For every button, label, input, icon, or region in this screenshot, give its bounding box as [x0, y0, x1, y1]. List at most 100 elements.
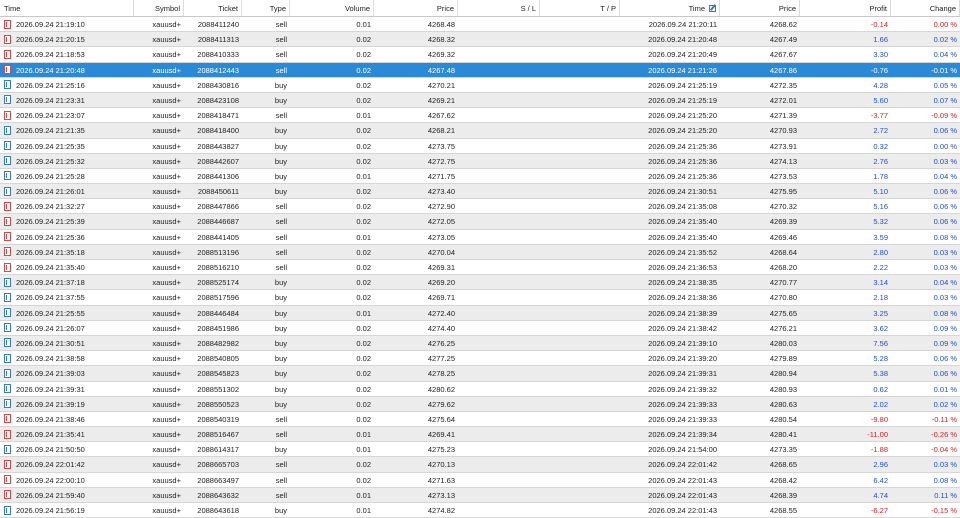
cell-volume: 0.02	[356, 414, 371, 424]
table-row[interactable]: 2026.09.24 21:23:07 xauusd+ 2088418471 sell…	[0, 108, 960, 124]
column-header-change[interactable]: Change	[891, 0, 960, 16]
column-header-time[interactable]: Time	[0, 0, 134, 16]
cell-price: 4272.75	[427, 156, 455, 166]
table-row[interactable]: 2026.09.24 21:20:15 xauusd+ 2088411313 sell…	[0, 32, 960, 48]
cell-time: 2026.09.24 21:21:35	[16, 126, 85, 136]
cell-price: 4268.21	[427, 126, 455, 136]
cell-close-price: 4268.20	[769, 263, 797, 272]
table-row[interactable]: 2026.09.24 21:39:19 xauusd+ 2088550523 buy 0…	[0, 396, 960, 412]
cell-change: 0.03 %	[933, 156, 957, 166]
cell-change: 0.09 %	[933, 323, 957, 333]
table-row[interactable]: 2026.09.24 22:01:42 xauusd+ 2088665703 sell…	[0, 457, 960, 473]
cell-symbol: xauusd+	[152, 171, 181, 181]
cell-price: 4267.48	[427, 65, 455, 75]
cell-price: 4269.31	[427, 263, 455, 272]
cell-profit: -1.88	[870, 445, 888, 455]
cell-sl	[458, 382, 540, 396]
cell-change: 0.06 %	[933, 126, 957, 136]
column-header-close-price[interactable]: Price	[720, 0, 800, 16]
column-header-tp[interactable]: T / P	[540, 0, 620, 16]
table-row[interactable]: 2026.09.24 21:37:18 xauusd+ 2088525174 buy 0…	[0, 275, 960, 291]
table-row[interactable]: 2026.09.24 21:39:03 xauusd+ 2088545823 buy 0…	[0, 366, 960, 382]
cell-time: 2026.09.24 21:35:18	[16, 247, 85, 257]
table-row[interactable]: 2026.09.24 21:35:41 xauusd+ 2088516467 sell…	[0, 427, 960, 443]
table-row[interactable]: 2026.09.24 21:38:58 xauusd+ 2088540805 buy 0…	[0, 351, 960, 367]
edit-icon[interactable]	[709, 5, 716, 12]
cell-change: 0.03 %	[933, 293, 957, 303]
column-header-volume[interactable]: Volume	[290, 0, 374, 16]
cell-volume: 0.02	[356, 202, 371, 212]
table-row[interactable]: 2026.09.24 21:35:40 xauusd+ 2088516210 sell…	[0, 260, 960, 276]
cell-close-price: 4273.91	[769, 141, 797, 151]
cell-close-price: 4280.94	[769, 369, 797, 379]
cell-close-time: 2026.09.24 21:20:49	[648, 50, 717, 60]
table-row[interactable]: 2026.09.24 21:25:55 xauusd+ 2088446484 buy 0…	[0, 305, 960, 321]
cell-profit: 3.25	[873, 308, 888, 318]
cell-sl	[458, 457, 540, 471]
cell-ticket: 2088411313	[197, 35, 239, 45]
table-row[interactable]: 2026.09.24 21:25:32 xauusd+ 2088442607 buy 0…	[0, 153, 960, 169]
cell-type: buy	[274, 354, 287, 364]
column-header-price[interactable]: Price	[374, 0, 458, 16]
cell-time: 2026.09.24 21:56:19	[16, 506, 85, 515]
table-row[interactable]: 2026.09.24 21:25:39 xauusd+ 2088446687 sell…	[0, 214, 960, 230]
table-row[interactable]: 2026.09.24 21:30:51 xauusd+ 2088482982 buy 0…	[0, 335, 960, 352]
table-row[interactable]: 2026.09.24 21:25:28 xauusd+ 2088441306 buy 0…	[0, 169, 960, 185]
cell-time: 2026.09.24 21:25:16	[16, 80, 85, 90]
table-row[interactable]: 2026.09.24 21:21:35 xauusd+ 2088418400 buy 0…	[0, 123, 960, 139]
table-row[interactable]: 2026.09.24 21:50:50 xauusd+ 2088614317 buy 0…	[0, 442, 960, 458]
cell-type: buy	[274, 445, 287, 455]
cell-close-price: 4273.35	[769, 445, 797, 455]
table-row[interactable]: 2026.09.24 22:00:10 xauusd+ 2088663497 sell…	[0, 473, 960, 488]
cell-symbol: xauusd+	[152, 338, 181, 348]
table-row[interactable]: 2026.09.24 21:20:48 xauusd+ 2088412443 sell…	[0, 62, 960, 78]
table-row[interactable]: 2026.09.24 21:25:35 xauusd+ 2088443827 buy 0…	[0, 139, 960, 154]
cell-ticket: 2088540805	[197, 354, 239, 364]
column-header-type[interactable]: Type	[242, 0, 290, 16]
cell-change: 0.08 %	[933, 308, 957, 318]
cell-price: 4267.62	[427, 111, 455, 121]
table-row[interactable]: 2026.09.24 21:18:53 xauusd+ 2088410333 sell…	[0, 47, 960, 63]
cell-sl	[458, 260, 540, 274]
cell-close-time: 2026.09.24 21:30:51	[648, 187, 717, 197]
table-row[interactable]: 2026.09.24 21:32:27 xauusd+ 2088447866 sell…	[0, 199, 960, 215]
column-header-sl[interactable]: S / L	[458, 0, 540, 16]
column-header-profit[interactable]: Profit	[800, 0, 891, 16]
cell-tp	[540, 93, 620, 107]
cell-type: sell	[275, 232, 287, 242]
cell-ticket: 2088643632	[197, 490, 239, 500]
cell-price: 4269.21	[427, 95, 455, 105]
table-row[interactable]: 2026.09.24 21:37:55 xauusd+ 2088517596 buy 0…	[0, 290, 960, 306]
cell-close-price: 4270.32	[769, 202, 797, 212]
column-header-close-time[interactable]: Time	[620, 0, 720, 16]
table-row[interactable]: 2026.09.24 21:26:07 xauusd+ 2088451986 buy 0…	[0, 321, 960, 336]
cell-sl	[458, 306, 540, 320]
table-row[interactable]: 2026.09.24 21:56:19 xauusd+ 2088643618 buy 0…	[0, 503, 960, 518]
cell-price: 4270.21	[427, 80, 455, 90]
cell-change: 0.02 %	[933, 35, 957, 45]
cell-ticket: 2088418400	[197, 126, 239, 136]
cell-ticket: 2088423108	[197, 95, 239, 105]
table-row[interactable]: 2026.09.24 21:19:10 xauusd+ 2088411240 sell…	[0, 17, 960, 33]
table-row[interactable]: 2026.09.24 21:38:46 xauusd+ 2088540319 sell…	[0, 412, 960, 428]
column-header-ticket[interactable]: Ticket	[184, 0, 242, 16]
cell-sl	[458, 503, 540, 517]
table-row[interactable]: 2026.09.24 21:26:01 xauusd+ 2088450611 buy 0…	[0, 184, 960, 200]
table-row[interactable]: 2026.09.24 21:25:16 xauusd+ 2088430816 buy 0…	[0, 78, 960, 93]
cell-profit: -11.00	[867, 430, 888, 440]
cell-profit: 5.32	[873, 217, 888, 227]
cell-symbol: xauusd+	[152, 490, 181, 500]
cell-sl	[458, 412, 540, 426]
table-row[interactable]: 2026.09.24 21:23:31 xauusd+ 2088423108 buy 0…	[0, 92, 960, 109]
cell-price: 4271.75	[427, 171, 455, 181]
cell-symbol: xauusd+	[152, 80, 181, 90]
cell-volume: 0.01	[356, 232, 371, 242]
table-row[interactable]: 2026.09.24 21:35:18 xauusd+ 2088513196 sell…	[0, 244, 960, 260]
cell-tp	[540, 17, 620, 31]
column-header-symbol[interactable]: Symbol	[134, 0, 184, 16]
table-row[interactable]: 2026.09.24 21:25:36 xauusd+ 2088441405 sell…	[0, 230, 960, 245]
cell-price: 4280.62	[427, 384, 455, 394]
table-row[interactable]: 2026.09.24 21:39:31 xauusd+ 2088551302 buy 0…	[0, 382, 960, 397]
cell-time: 2026.09.24 21:37:18	[16, 278, 85, 288]
table-row[interactable]: 2026.09.24 21:59:40 xauusd+ 2088643632 sell…	[0, 487, 960, 503]
